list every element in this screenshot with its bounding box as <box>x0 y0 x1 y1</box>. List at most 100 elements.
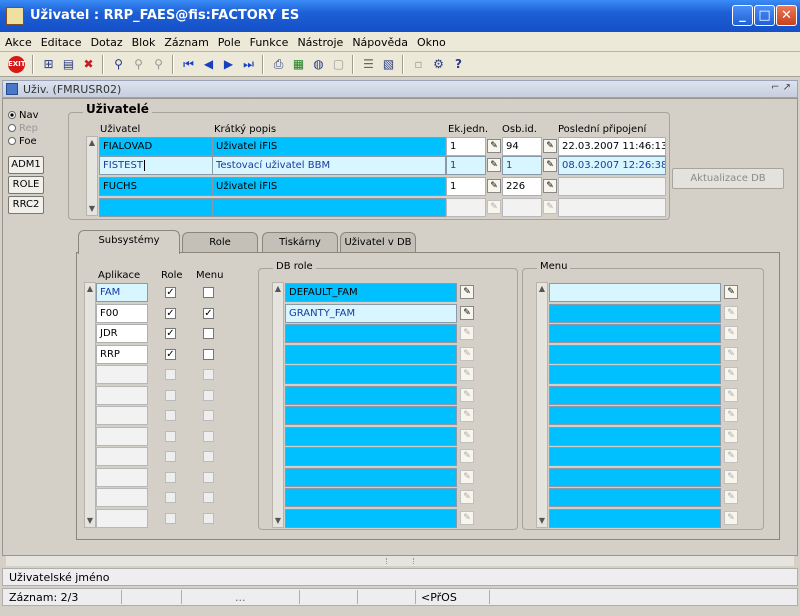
table-row-desc[interactable]: Uživatel iFIS <box>212 137 446 156</box>
role-checkbox[interactable] <box>165 451 176 462</box>
minimize-button[interactable]: _ <box>732 5 753 26</box>
lov-button-icon[interactable]: ✎ <box>460 367 474 381</box>
maximize-button[interactable]: □ <box>754 5 775 26</box>
tab-subsystems[interactable]: Subsystémy <box>78 230 180 254</box>
menu-checkbox[interactable] <box>203 389 214 401</box>
menu-dotaz[interactable]: Dotaz <box>86 32 127 49</box>
menu-checkbox[interactable] <box>203 471 214 483</box>
menu-field[interactable] <box>549 426 721 446</box>
menu-akce[interactable]: Akce <box>0 32 36 49</box>
lov-button-icon[interactable]: ✎ <box>487 179 501 193</box>
role-checkbox[interactable] <box>165 512 176 524</box>
table-row-ek[interactable]: 1 <box>446 137 486 156</box>
rrc2-button[interactable]: RRC2 <box>8 196 44 214</box>
dbrole-field[interactable] <box>285 406 457 425</box>
lov-button-icon[interactable]: ✎ <box>487 158 501 172</box>
dbrole-field[interactable]: DEFAULT_FAM <box>285 283 457 302</box>
scroll-up-icon[interactable]: ▲ <box>537 284 547 294</box>
form-window-controls-icon[interactable]: ⌐ ↗ <box>771 82 791 93</box>
table-row-last[interactable]: 08.03.2007 12:26:38 <box>558 156 666 175</box>
next-record-icon[interactable]: ▶ <box>220 56 237 73</box>
table-row-last[interactable] <box>558 198 666 217</box>
lov-button-icon[interactable]: ✎ <box>724 428 738 443</box>
dbrole-scrollbar[interactable]: ▲ ▼ <box>272 282 284 528</box>
lov-button-icon[interactable]: ✎ <box>460 490 474 504</box>
dbrole-field[interactable]: GRANTY_FAM <box>285 303 457 323</box>
subsystem-app-field[interactable]: RRP <box>96 344 148 364</box>
role-checkbox[interactable]: ✓ <box>165 287 176 298</box>
dbrole-field[interactable] <box>285 488 457 507</box>
menu-checkbox[interactable] <box>203 348 214 360</box>
menu-field[interactable] <box>549 324 721 343</box>
scroll-up-icon[interactable]: ▲ <box>273 284 283 294</box>
menu-blok[interactable]: Blok <box>127 32 160 49</box>
subsystem-app-field[interactable] <box>96 508 148 528</box>
tab-user-in-db[interactable]: Uživatel v DB <box>340 232 416 254</box>
lov-button-icon[interactable]: ✎ <box>543 139 557 153</box>
print-icon[interactable]: ⎙ <box>270 56 287 73</box>
role-checkbox[interactable] <box>165 410 176 421</box>
radio-foe[interactable]: Foe <box>8 136 37 147</box>
subsystem-app-field[interactable] <box>96 426 148 446</box>
tab-role[interactable]: Role <box>182 232 258 254</box>
role-checkbox[interactable] <box>165 492 176 503</box>
table-row-ek[interactable] <box>446 198 486 217</box>
radio-nav[interactable]: Nav <box>8 110 39 121</box>
previous-record-icon[interactable]: ◀ <box>200 56 217 73</box>
role-checkbox[interactable] <box>165 389 176 401</box>
table-row-ek[interactable]: 1 <box>446 156 486 175</box>
lov-button-icon[interactable]: ✎ <box>460 346 474 361</box>
subsystem-app-field[interactable]: JDR <box>96 324 148 343</box>
subsystem-app-field[interactable] <box>96 488 148 507</box>
lov-icon[interactable]: ▧ <box>380 56 397 73</box>
lov-button-icon[interactable]: ✎ <box>724 367 738 381</box>
menu-editace[interactable]: Editace <box>36 32 86 49</box>
menu-field[interactable] <box>549 488 721 507</box>
help-icon[interactable]: ? <box>450 56 467 73</box>
table-row-last[interactable]: 22.03.2007 11:46:13 <box>558 137 666 156</box>
lov-button-icon[interactable]: ✎ <box>543 179 557 193</box>
lov-button-icon[interactable]: ✎ <box>724 510 738 525</box>
menu-field[interactable] <box>549 283 721 302</box>
scroll-down-icon[interactable]: ▼ <box>87 204 97 214</box>
menu-nastroje[interactable]: Nástroje <box>292 32 347 49</box>
scroll-up-icon[interactable]: ▲ <box>87 138 97 148</box>
role-checkbox[interactable] <box>165 369 176 380</box>
dbrole-field[interactable] <box>285 426 457 446</box>
dbrole-field[interactable] <box>285 447 457 466</box>
lov-button-icon[interactable]: ✎ <box>724 387 738 402</box>
lov-button-icon[interactable]: ✎ <box>460 408 474 422</box>
table-row-user[interactable]: FISTEST <box>99 156 213 175</box>
table-row-user[interactable] <box>99 198 213 217</box>
table-row-osb[interactable]: 226 <box>502 177 542 196</box>
table-row-desc[interactable]: Testovací uživatel BBM <box>212 156 446 175</box>
exit-icon[interactable]: EXIT <box>8 56 26 73</box>
role-button[interactable]: ROLE <box>8 176 44 194</box>
menu-field[interactable] <box>549 406 721 425</box>
table-row-ek[interactable]: 1 <box>446 177 486 196</box>
menu-checkbox[interactable] <box>203 369 214 380</box>
menu-field[interactable] <box>549 467 721 487</box>
menu-zaznam[interactable]: Záznam <box>159 32 212 49</box>
menu-checkbox[interactable] <box>203 410 214 421</box>
lov-button-icon[interactable]: ✎ <box>724 469 738 484</box>
subsystem-app-field[interactable] <box>96 406 148 425</box>
menu-field[interactable] <box>549 303 721 323</box>
excel-icon[interactable]: ▦ <box>290 56 307 73</box>
lov-button-icon[interactable]: ✎ <box>460 326 474 340</box>
lov-button-icon[interactable]: ✎ <box>460 469 474 484</box>
subsystem-app-field[interactable] <box>96 447 148 466</box>
lov-button-icon[interactable]: ✎ <box>460 449 474 463</box>
list-icon[interactable]: ☰ <box>360 56 377 73</box>
lov-button-icon[interactable]: ✎ <box>487 200 501 214</box>
lov-button-icon[interactable]: ✎ <box>460 285 474 299</box>
menu-okno[interactable]: Okno <box>412 32 450 49</box>
lov-button-icon[interactable]: ✎ <box>543 158 557 172</box>
save-icon[interactable]: ▤ <box>60 56 77 73</box>
menu-scrollbar[interactable]: ▲ ▼ <box>536 282 548 528</box>
lov-button-icon[interactable]: ✎ <box>724 346 738 361</box>
lov-button-icon[interactable]: ✎ <box>724 408 738 422</box>
lov-button-icon[interactable]: ✎ <box>543 200 557 214</box>
menu-napoveda[interactable]: Nápověda <box>347 32 412 49</box>
edit-icon[interactable]: ▫ <box>410 56 427 73</box>
